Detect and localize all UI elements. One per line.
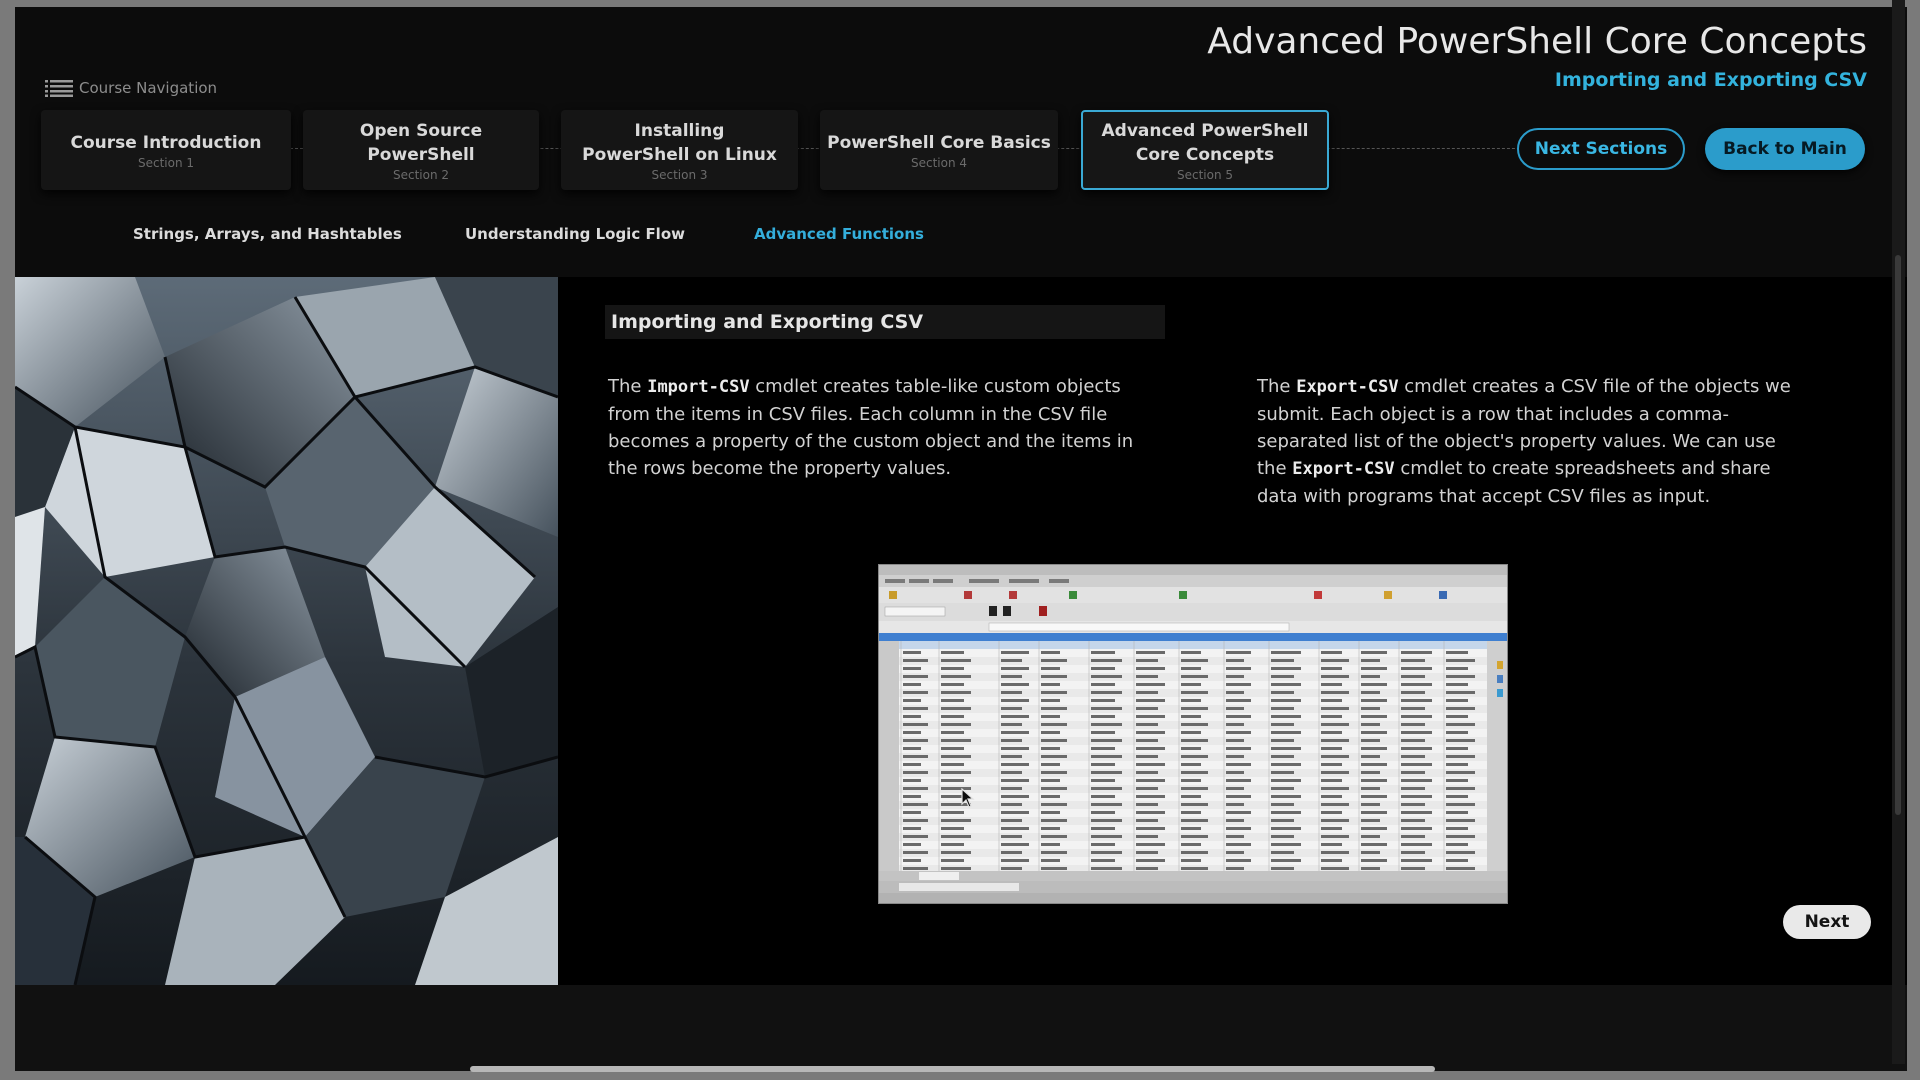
course-navigation-toggle[interactable]: Course Navigation [45,76,217,100]
footer-bar [15,985,1907,1071]
section-number: Section 5 [1176,167,1234,182]
section-card-5-active[interactable]: Advanced PowerShell Core Concepts Sectio… [1081,110,1329,190]
text-span: The [1257,376,1297,397]
section-title: Open Source PowerShell [359,120,483,165]
topic-heading: Importing and Exporting CSV [605,305,1165,339]
horizontal-scrollbar[interactable] [470,1066,1435,1072]
export-csv-code: Export-CSV [1292,459,1395,479]
architecture-photo [15,277,558,985]
export-csv-paragraph: The Export-CSV cmdlet creates a CSV file… [1257,373,1802,510]
mouse-pointer-icon [961,788,975,808]
section-number: Section 4 [910,155,968,170]
content-area: Importing and Exporting CSV The Import-C… [15,277,1907,985]
back-to-main-button[interactable]: Back to Main [1705,128,1865,170]
import-csv-paragraph: The Import-CSV cmdlet creates table-like… [608,373,1158,482]
vertical-scrollbar-thumb[interactable] [1895,255,1901,815]
list-menu-icon [45,80,73,97]
section-card-2[interactable]: Open Source PowerShell Section 2 [303,110,539,190]
section-title: Advanced PowerShell Core Concepts [1101,120,1309,165]
section-number: Section 2 [392,167,450,182]
sub-tab-advanced-functions[interactable]: Advanced Functions [754,225,924,243]
page-title: Advanced PowerShell Core Concepts [1207,21,1867,62]
next-button[interactable]: Next [1783,905,1871,939]
vertical-scrollbar[interactable] [1892,0,1905,1064]
section-card-1[interactable]: Course Introduction Section 1 [41,110,291,190]
import-csv-code: Import-CSV [647,377,750,397]
section-title: PowerShell Core Basics [827,132,1051,153]
sub-tab-logic-flow[interactable]: Understanding Logic Flow [465,225,685,243]
text-span: The [608,376,648,397]
section-title: Course Introduction [70,132,262,153]
section-title: Installing PowerShell on Linux [582,120,777,165]
section-card-4[interactable]: PowerShell Core Basics Section 4 [820,110,1058,190]
next-sections-button[interactable]: Next Sections [1517,128,1685,170]
course-navigation-label: Course Navigation [79,79,218,97]
spreadsheet-screenshot [878,564,1508,904]
section-number: Section 1 [137,155,195,170]
app-window: Course Navigation Advanced PowerShell Co… [15,7,1907,1071]
export-csv-code: Export-CSV [1296,377,1399,397]
page-subtitle: Importing and Exporting CSV [1554,69,1867,91]
section-card-3[interactable]: Installing PowerShell on Linux Section 3 [561,110,798,190]
section-number: Section 3 [651,167,708,182]
sub-tab-strings-arrays[interactable]: Strings, Arrays, and Hashtables [133,225,402,243]
